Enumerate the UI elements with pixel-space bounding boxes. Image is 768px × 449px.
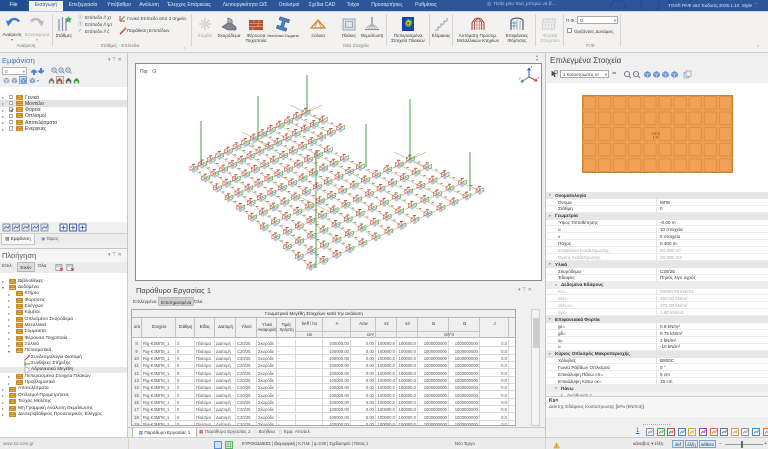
svg-text:ΜΠ8: ΜΠ8 [652,131,661,136]
svg-text:!: ! [556,443,557,448]
